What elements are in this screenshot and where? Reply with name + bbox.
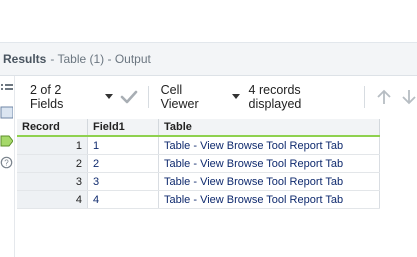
arrow-up-icon[interactable]	[376, 89, 392, 105]
table-row[interactable]: 3 3 Table - View Browse Tool Report Tab	[17, 172, 380, 191]
record-cell[interactable]: 1	[17, 136, 88, 155]
field1-cell[interactable]: 3	[87, 172, 159, 191]
grid-header-row: Record Field1 Table	[17, 119, 380, 137]
svg-text:?: ?	[4, 159, 9, 168]
table-row[interactable]: 4 4 Table - View Browse Tool Report Tab	[17, 190, 380, 209]
results-grid: Record Field1 Table 1 1 Table - View Bro…	[17, 119, 380, 209]
fields-selector-label: 2 of 2 Fields	[30, 83, 64, 111]
field1-cell[interactable]: 2	[87, 154, 159, 173]
results-subtitle: - Table (1) - Output	[50, 52, 151, 66]
chevron-down-icon	[105, 94, 113, 99]
chevron-down-icon	[231, 94, 240, 99]
results-toolbar: 2 of 2 Fields Cell Viewer 4 records disp…	[16, 76, 417, 118]
table-row[interactable]: 1 1 Table - View Browse Tool Report Tab	[17, 136, 380, 155]
toolbar-divider	[364, 86, 366, 108]
record-cell[interactable]: 4	[17, 190, 88, 209]
table-cell[interactable]: Table - View Browse Tool Report Tab	[158, 190, 380, 209]
table-cell[interactable]: Table - View Browse Tool Report Tab	[158, 154, 380, 173]
help-icon[interactable]: ?	[0, 156, 13, 169]
column-header-record[interactable]: Record	[17, 119, 88, 137]
record-cell[interactable]: 3	[17, 172, 88, 191]
field1-cell[interactable]: 1	[87, 136, 159, 155]
results-title: Results	[3, 52, 47, 66]
field1-cell[interactable]: 4	[87, 190, 159, 209]
table-cell[interactable]: Table - View Browse Tool Report Tab	[158, 136, 380, 155]
cell-viewer-label: Cell Viewer	[160, 83, 199, 111]
records-status: 4 records displayed	[248, 83, 302, 111]
arrow-down-icon[interactable]	[401, 89, 417, 105]
table-view-icon[interactable]	[0, 106, 13, 119]
toolbar-divider	[147, 86, 149, 108]
results-side-strip: ?	[0, 76, 15, 257]
list-icon[interactable]	[0, 82, 13, 94]
workflow-canvas-edge	[0, 0, 417, 43]
column-header-field1[interactable]: Field1	[87, 119, 159, 137]
fields-selector[interactable]: 2 of 2 Fields	[30, 83, 113, 111]
table-row[interactable]: 2 2 Table - View Browse Tool Report Tab	[17, 154, 380, 173]
column-header-table[interactable]: Table	[158, 119, 380, 137]
checkmark-icon[interactable]	[120, 90, 138, 104]
record-cell[interactable]: 2	[17, 154, 88, 173]
tag-icon[interactable]	[0, 134, 13, 148]
table-cell[interactable]: Table - View Browse Tool Report Tab	[158, 172, 380, 191]
cell-viewer-selector[interactable]: Cell Viewer	[161, 83, 240, 111]
results-header: Results - Table (1) - Output	[0, 43, 417, 76]
